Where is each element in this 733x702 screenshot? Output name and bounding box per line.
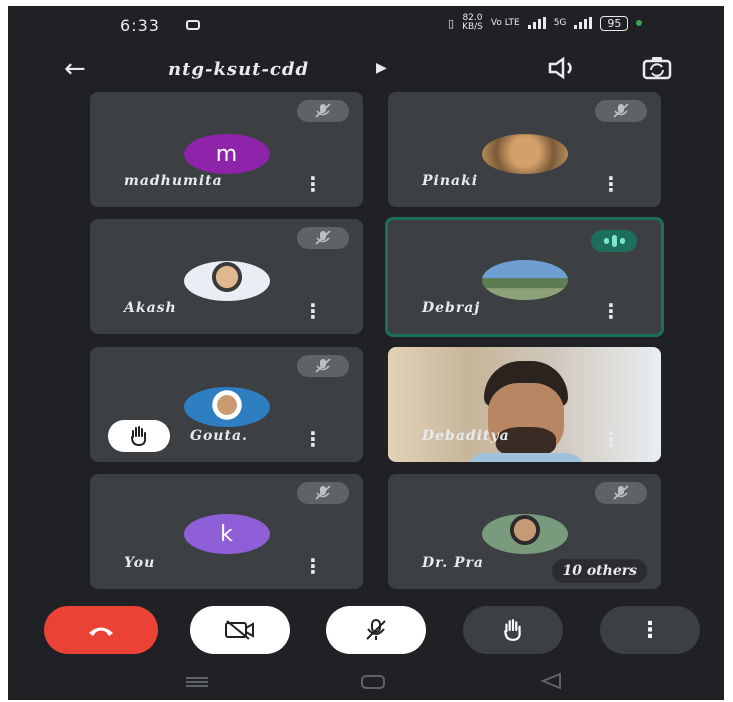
avatar bbox=[183, 261, 270, 301]
participant-name: madhumita bbox=[124, 173, 223, 189]
participant-name: Debraj bbox=[422, 300, 481, 316]
muted-mic-icon bbox=[297, 482, 349, 504]
status-dot-icon bbox=[636, 20, 643, 26]
network-speed: 82.0 KB/S bbox=[462, 14, 483, 32]
more-vert-icon: ⋮ bbox=[639, 617, 661, 643]
home-icon[interactable] bbox=[360, 674, 386, 690]
participant-name: Dr. Pra bbox=[422, 555, 484, 571]
more-options-button[interactable]: ⋮ bbox=[600, 606, 700, 654]
more-options-icon[interactable]: ⋮ bbox=[601, 301, 621, 321]
muted-mic-icon bbox=[297, 355, 349, 377]
screen-record-icon bbox=[186, 20, 200, 30]
mic-off-icon bbox=[366, 619, 386, 640]
speaking-indicator-icon bbox=[591, 230, 637, 252]
participant-name: Gouta. bbox=[190, 428, 248, 444]
participant-tile[interactable]: Gouta. ⋮ bbox=[90, 347, 363, 462]
avatar: k bbox=[183, 514, 270, 554]
more-options-icon[interactable]: ⋮ bbox=[601, 429, 621, 449]
camera-toggle-button[interactable] bbox=[190, 606, 290, 654]
avatar-letter: k bbox=[220, 521, 233, 547]
meet-screen: 6:33 ▯ 82.0 KB/S Vo LTE 5G 95 ← ntg-ksut… bbox=[8, 6, 724, 700]
participant-video-tile[interactable]: Debaditya ⋮ bbox=[388, 347, 661, 462]
more-options-icon[interactable]: ⋮ bbox=[303, 556, 323, 576]
volte-label: Vo LTE bbox=[490, 17, 520, 28]
participant-tile[interactable]: k You ⋮ bbox=[90, 474, 363, 589]
participant-video bbox=[466, 361, 586, 462]
signal-icon bbox=[527, 17, 546, 29]
system-nav-bar bbox=[8, 664, 724, 700]
meeting-info-caret-icon[interactable]: ▶ bbox=[376, 60, 387, 76]
muted-mic-icon bbox=[595, 482, 647, 504]
signal-icon-2 bbox=[574, 17, 593, 29]
vibrate-icon: ▯ bbox=[448, 16, 455, 30]
muted-mic-icon bbox=[297, 100, 349, 122]
raised-hand-icon bbox=[131, 426, 147, 447]
back-arrow-icon[interactable]: ← bbox=[64, 54, 86, 84]
back-nav-icon[interactable] bbox=[540, 672, 562, 690]
5g-label: 5G bbox=[553, 17, 567, 28]
camera-off-icon bbox=[225, 620, 254, 640]
avatar bbox=[481, 514, 568, 554]
hang-up-icon bbox=[89, 627, 113, 636]
muted-mic-icon bbox=[595, 100, 647, 122]
network-speed-unit: KB/S bbox=[462, 22, 483, 32]
end-call-button[interactable] bbox=[44, 606, 158, 654]
avatar-letter: m bbox=[215, 141, 238, 167]
speaker-icon[interactable] bbox=[546, 56, 580, 80]
raise-hand-button[interactable] bbox=[463, 606, 563, 654]
participant-tile[interactable]: Dr. Pra 10 others bbox=[388, 474, 661, 589]
avatar bbox=[183, 387, 270, 427]
more-options-icon[interactable]: ⋮ bbox=[303, 301, 323, 321]
avatar bbox=[481, 134, 568, 174]
participant-tile-speaking[interactable]: Debraj ⋮ bbox=[385, 217, 664, 337]
meeting-code[interactable]: ntg-ksut-cdd bbox=[168, 59, 309, 80]
switch-camera-icon[interactable] bbox=[640, 54, 674, 82]
more-options-icon[interactable]: ⋮ bbox=[601, 174, 621, 194]
call-controls: ⋮ bbox=[8, 606, 724, 656]
mic-toggle-button[interactable] bbox=[326, 606, 426, 654]
more-options-icon[interactable]: ⋮ bbox=[303, 174, 323, 194]
avatar: m bbox=[183, 134, 270, 174]
participant-name: Debaditya bbox=[422, 428, 510, 444]
participant-name: Akash bbox=[124, 300, 177, 316]
participant-name: Pinaki bbox=[422, 173, 479, 189]
raise-hand-icon bbox=[504, 619, 521, 641]
more-options-icon[interactable]: ⋮ bbox=[303, 429, 323, 449]
status-time: 6:33 bbox=[120, 16, 160, 35]
participant-tile[interactable]: Pinaki ⋮ bbox=[388, 92, 661, 207]
status-bar: 6:33 ▯ 82.0 KB/S Vo LTE 5G 95 bbox=[8, 6, 724, 44]
recent-apps-icon[interactable] bbox=[184, 676, 210, 688]
raised-hand-badge bbox=[108, 420, 170, 452]
participant-name: You bbox=[124, 555, 156, 571]
status-icons: ▯ 82.0 KB/S Vo LTE 5G 95 bbox=[448, 14, 643, 32]
others-badge[interactable]: 10 others bbox=[552, 559, 647, 583]
battery-indicator: 95 bbox=[600, 15, 629, 31]
participant-tile[interactable]: m madhumita ⋮ bbox=[90, 92, 363, 207]
meeting-header: ← ntg-ksut-cdd ▶ bbox=[8, 46, 724, 96]
participant-tile[interactable]: Akash ⋮ bbox=[90, 219, 363, 334]
avatar bbox=[481, 260, 568, 300]
muted-mic-icon bbox=[297, 227, 349, 249]
